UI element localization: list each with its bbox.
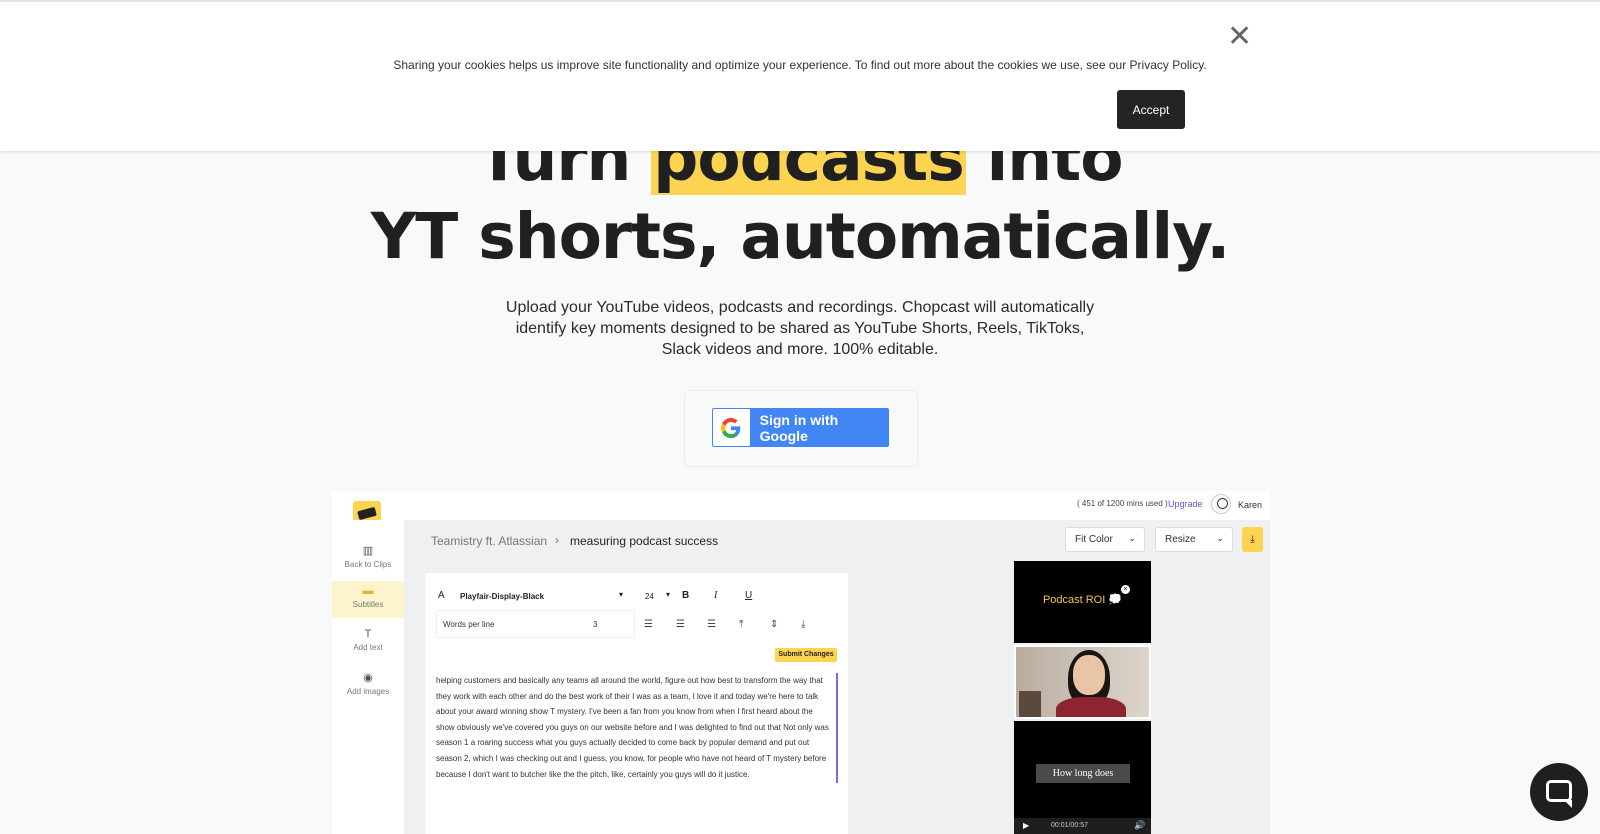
font-select[interactable]: Playfair-Display-Black bbox=[460, 592, 544, 601]
underline-button[interactable]: U bbox=[745, 590, 752, 601]
resize-label: Resize bbox=[1165, 534, 1196, 545]
text-icon: T bbox=[364, 628, 372, 640]
fit-color-label: Fit Color bbox=[1075, 534, 1113, 545]
align-top-icon[interactable]: ⤒ bbox=[739, 619, 743, 630]
app-preview-screenshot: ( 451 of 1200 mins used ) Upgrade Karen … bbox=[332, 491, 1270, 834]
chevron-down-icon: ⌄ bbox=[1128, 533, 1136, 543]
app-main: Teamistry ft. Atlassian › measuring podc… bbox=[404, 520, 1270, 834]
avatar[interactable] bbox=[1211, 494, 1231, 514]
close-icon[interactable]: ✕ bbox=[1227, 22, 1252, 52]
breadcrumb-current: measuring podcast success bbox=[570, 534, 719, 548]
resize-select[interactable]: Resize ⌄ bbox=[1155, 527, 1233, 552]
hero-subtitle: Upload your YouTube videos, podcasts and… bbox=[505, 299, 1095, 358]
subtitle-editor: A Playfair-Display-Black ▾ 24 ▾ B I U Wo… bbox=[425, 573, 848, 834]
clip-title-text: Podcast ROI 💭 bbox=[1014, 593, 1151, 606]
bold-button[interactable]: B bbox=[682, 590, 689, 601]
app-sidebar: ▥ Back to Clips ▬ Subtitles T Add text ◉… bbox=[332, 520, 404, 834]
italic-button[interactable]: I bbox=[714, 590, 717, 601]
sidebar-item-label: Back to Clips bbox=[344, 560, 392, 569]
align-left-icon[interactable]: ☰ bbox=[644, 619, 653, 630]
speaker-body bbox=[1056, 697, 1126, 717]
close-icon[interactable]: × bbox=[1121, 585, 1130, 594]
caption-text: How long does bbox=[1036, 764, 1130, 783]
font-size-select[interactable]: 24 bbox=[645, 592, 654, 601]
video-timestamp: 00:01/00:57 bbox=[1051, 822, 1088, 829]
words-per-line-field[interactable]: Words per line 3 bbox=[436, 610, 635, 638]
app-topbar: ( 451 of 1200 mins used ) Upgrade Karen bbox=[332, 491, 1270, 525]
google-g-icon bbox=[713, 409, 750, 446]
font-icon: A bbox=[438, 590, 445, 601]
video-controls: ▶ 00:01/00:57 🔊 bbox=[1014, 818, 1151, 834]
align-middle-icon[interactable]: ⇕ bbox=[770, 619, 778, 630]
sidebar-item-back-to-clips[interactable]: ▥ Back to Clips bbox=[332, 540, 404, 577]
speaker-video-frame bbox=[1014, 645, 1151, 719]
chat-icon bbox=[1546, 780, 1572, 808]
breadcrumb-parent[interactable]: Teamistry ft. Atlassian bbox=[431, 534, 547, 548]
username: Karen bbox=[1238, 500, 1263, 510]
align-center-icon[interactable]: ☰ bbox=[676, 619, 685, 630]
words-per-line-label: Words per line bbox=[443, 620, 495, 629]
hero-title-line-2: YT shorts, automatically. bbox=[370, 200, 1231, 273]
chat-widget-button[interactable] bbox=[1530, 763, 1588, 821]
sidebar-item-add-text[interactable]: T Add text bbox=[332, 624, 404, 661]
sidebar-item-label: Add images bbox=[346, 687, 390, 696]
download-button[interactable]: ⤓ bbox=[1242, 527, 1263, 552]
usage-indicator: ( 451 of 1200 mins used ) bbox=[1077, 499, 1168, 508]
accept-button[interactable]: Accept bbox=[1117, 90, 1185, 129]
align-bottom-icon[interactable]: ⤓ bbox=[801, 619, 805, 630]
sidebar-item-subtitles[interactable]: ▬ Subtitles bbox=[332, 581, 404, 618]
upgrade-link[interactable]: Upgrade bbox=[1168, 499, 1203, 509]
caption-frame: How long does ▶ 00:01/00:57 🔊 bbox=[1014, 721, 1151, 834]
speaker-face bbox=[1073, 655, 1105, 695]
subtitles-icon: ▬ bbox=[362, 585, 374, 597]
sidebar-item-label: Subtitles bbox=[352, 600, 384, 609]
clip-title-card: Podcast ROI 💭 × bbox=[1014, 561, 1151, 643]
clip-title-label: Podcast ROI bbox=[1042, 594, 1106, 606]
thought-bubble-icon: 💭 bbox=[1108, 594, 1123, 606]
cookie-message: Sharing your cookies helps us improve si… bbox=[393, 58, 1207, 72]
fit-color-select[interactable]: Fit Color ⌄ bbox=[1065, 527, 1145, 552]
sidebar-item-label: Add text bbox=[353, 643, 383, 652]
google-signin-button[interactable]: Sign in with Google bbox=[712, 408, 889, 447]
video-preview: Podcast ROI 💭 × How long does ▶ 00:01/00… bbox=[1014, 561, 1151, 834]
align-right-icon[interactable]: ☰ bbox=[707, 619, 716, 630]
camera-icon: ◉ bbox=[363, 672, 373, 684]
caret-down-icon[interactable]: ▾ bbox=[666, 590, 670, 599]
transcript-text[interactable]: helping customers and basically any team… bbox=[436, 673, 836, 795]
cookie-banner: ✕ Sharing your cookies helps us improve … bbox=[0, 0, 1600, 151]
breadcrumb-separator: › bbox=[555, 533, 559, 547]
pip-video bbox=[1019, 691, 1041, 717]
sidebar-item-add-images[interactable]: ◉ Add images bbox=[332, 667, 404, 704]
google-signin-label: Sign in with Google bbox=[759, 411, 839, 444]
clips-icon: ▥ bbox=[362, 545, 374, 557]
chevron-down-icon: ⌄ bbox=[1216, 533, 1224, 543]
words-per-line-value: 3 bbox=[593, 620, 598, 629]
volume-icon[interactable]: 🔊 bbox=[1134, 820, 1145, 831]
caret-down-icon[interactable]: ▾ bbox=[619, 590, 623, 599]
play-icon[interactable]: ▶ bbox=[1023, 821, 1029, 830]
transcript-scrollbar[interactable] bbox=[836, 673, 838, 783]
submit-changes-button[interactable]: Submit Changes bbox=[775, 648, 837, 662]
download-icon: ⤓ bbox=[1250, 534, 1255, 545]
